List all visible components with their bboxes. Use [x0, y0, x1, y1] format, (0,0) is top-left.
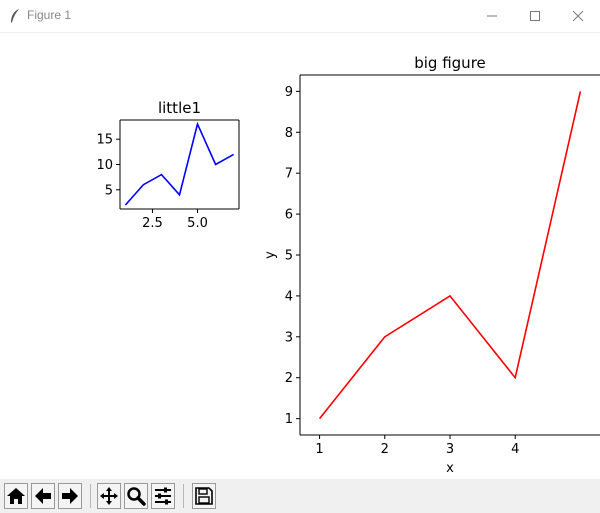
zoom-button[interactable]: [124, 483, 148, 509]
big-figure-y-tick-label: 1: [285, 412, 293, 427]
pan-button[interactable]: [97, 483, 121, 509]
big-figure-x-tick-label: 1: [315, 442, 323, 457]
big-figure-y-tick-label: 3: [285, 330, 293, 345]
back-button[interactable]: [31, 483, 55, 509]
big-figure-chart-title: big figure: [414, 54, 486, 72]
big-figure-y-tick-label: 7: [285, 167, 293, 182]
big-figure-x-tick-label: 4: [511, 442, 519, 457]
sliders-icon: [155, 487, 171, 505]
home-button[interactable]: [4, 483, 28, 509]
toolbar-separator: [183, 484, 184, 508]
feather-app-icon: [11, 9, 19, 23]
figure-svg: 2.5 5.0 5 10 15 little1 1 2 3 4 1 2 3 4 5 6 7 8 9 big figur…: [96, 54, 600, 476]
big-figure-y-tick-label: 5: [285, 249, 293, 264]
close-button[interactable]: [556, 0, 600, 32]
arrow-right-icon: [62, 488, 78, 504]
configure-subplots-button[interactable]: [151, 483, 175, 509]
big-figure-series-line-0: [318, 91, 582, 420]
big-figure-y-tick-label: 8: [285, 126, 293, 141]
big-figure-y-tick-label: 2: [285, 371, 293, 386]
window-title: Figure 1: [27, 8, 72, 22]
maximize-icon: [530, 11, 540, 21]
big-figure-y-axis-label: y: [263, 251, 278, 259]
big-figure-x-tick-label: 2: [381, 442, 389, 457]
big-figure-x-axis-label: x: [446, 461, 454, 476]
close-icon: [572, 10, 584, 22]
figure-canvas[interactable]: 2.5 5.0 5 10 15 little1 1 2 3 4 1 2 3 4 5 6 7 8 9 big figur…: [0, 33, 600, 479]
little1-x-tick-label: 2.5: [142, 216, 163, 231]
navigation-toolbar: [0, 479, 600, 513]
minimize-button[interactable]: [470, 0, 514, 32]
big-figure-y-tick-label: 4: [285, 289, 293, 304]
big-figure-y-tick-label: 9: [285, 85, 293, 100]
little1-series-line-0: [124, 121, 234, 206]
big-figure-y-tick-label: 6: [285, 208, 293, 223]
little1-x-tick-label: 5.0: [187, 216, 208, 231]
maximize-button[interactable]: [513, 0, 557, 32]
save-button[interactable]: [192, 483, 216, 509]
magnifier-icon: [127, 487, 146, 506]
little1-y-tick-label: 15: [96, 133, 113, 148]
forward-button[interactable]: [58, 483, 82, 509]
little1-y-tick-label: 5: [105, 183, 113, 198]
minimize-icon: [487, 15, 497, 17]
big-figure-x-tick-label: 3: [446, 442, 454, 457]
move-icon: [100, 487, 118, 505]
arrow-left-icon: [35, 488, 51, 504]
floppy-disk-icon: [195, 487, 213, 505]
little1-y-tick-label: 10: [96, 158, 113, 173]
little1-chart-title: little1: [158, 99, 201, 117]
toolbar-separator: [90, 484, 91, 508]
window-titlebar: Figure 1: [0, 0, 600, 33]
home-icon: [7, 488, 25, 504]
